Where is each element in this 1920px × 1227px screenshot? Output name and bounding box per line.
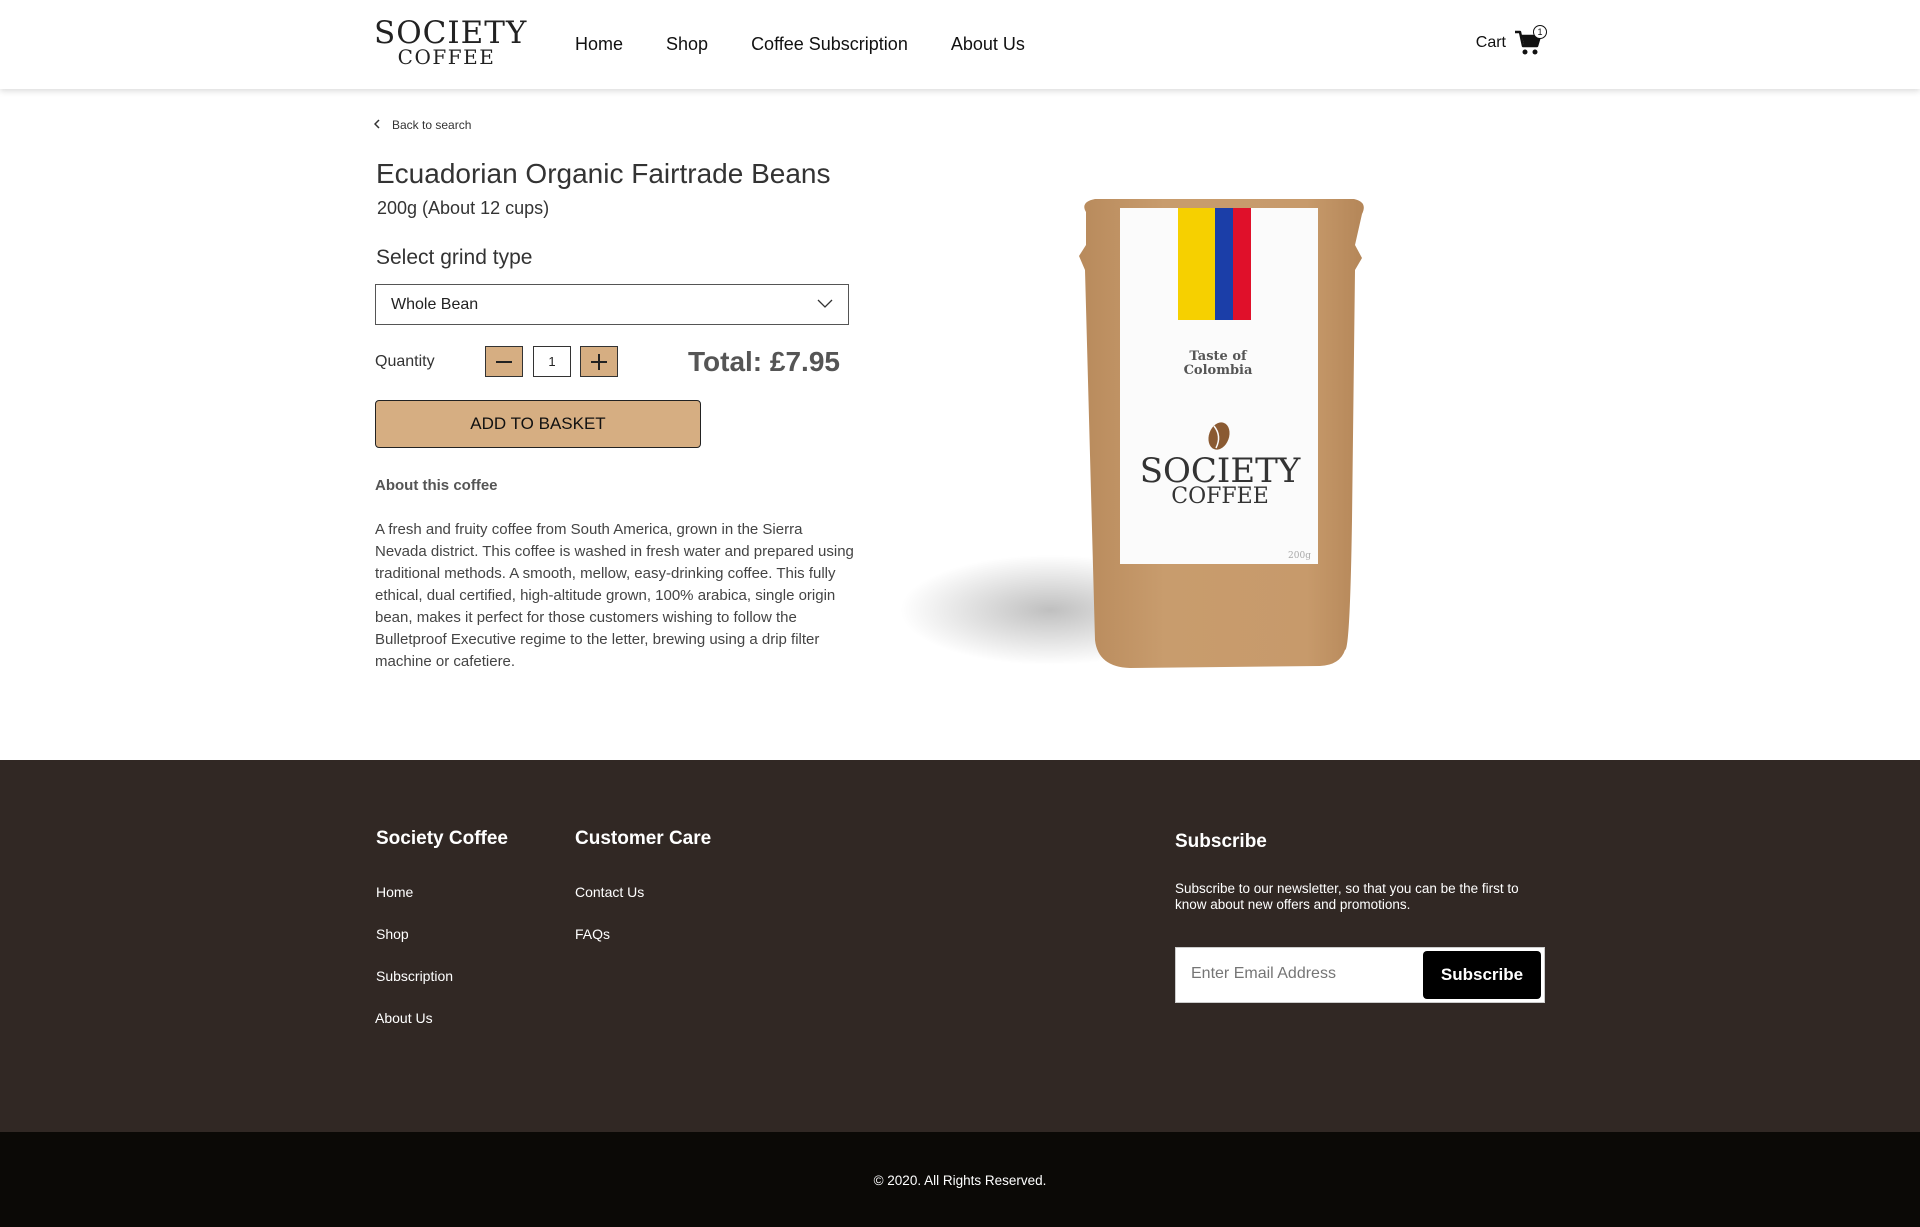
grind-type-label: Select grind type xyxy=(376,246,533,269)
footer-link-shop[interactable]: Shop xyxy=(376,926,409,942)
quantity-label: Quantity xyxy=(375,353,435,370)
bag-weight: 200g xyxy=(1288,551,1311,561)
grind-type-select[interactable]: Whole Bean xyxy=(375,284,849,325)
shopping-cart-icon: 1 xyxy=(1514,25,1547,56)
cart-count-badge: 1 xyxy=(1533,25,1547,39)
logo-line-1: SOCIETY xyxy=(374,15,528,51)
society-coffee-logo[interactable]: SOCIETY COFFEE xyxy=(374,15,528,68)
cart-label: Cart xyxy=(1475,34,1506,51)
footer-link-contact-us[interactable]: Contact Us xyxy=(575,884,644,900)
product-size: 200g (About 12 cups) xyxy=(377,198,550,218)
plus-icon xyxy=(591,353,607,370)
about-coffee-heading: About this coffee xyxy=(375,477,498,494)
cart-button[interactable]: Cart 1 xyxy=(1475,25,1547,56)
back-to-search-link[interactable]: Back to search xyxy=(373,118,472,132)
bag-label-line-1: Taste of xyxy=(1189,349,1248,364)
footer-subscribe-title: Subscribe xyxy=(1175,831,1267,852)
quantity-increase-button[interactable] xyxy=(580,346,618,377)
total-price: Total: £7.95 xyxy=(688,346,840,377)
back-to-search-label: Back to search xyxy=(392,118,472,132)
bag-label-line-2: Colombia xyxy=(1184,363,1253,378)
minus-icon xyxy=(496,360,512,363)
grind-type-value: Whole Bean xyxy=(391,296,479,313)
copyright-text: © 2020. All Rights Reserved. xyxy=(873,1173,1047,1188)
bag-brand-line-2: COFFEE xyxy=(1171,484,1269,509)
product-image: Taste of Colombia SOCIETY COFFEE 200g xyxy=(900,190,1380,680)
nav-about-us[interactable]: About Us xyxy=(951,34,1025,55)
subscribe-description: Subscribe to our newsletter, so that you… xyxy=(1175,881,1519,912)
chevron-left-icon xyxy=(373,118,380,132)
about-coffee-text: A fresh and fruity coffee from South Ame… xyxy=(375,521,854,670)
product-title: Ecuadorian Organic Fairtrade Beans xyxy=(376,158,831,189)
footer-link-home[interactable]: Home xyxy=(376,884,413,900)
subscribe-button[interactable]: Subscribe xyxy=(1423,951,1541,999)
footer-link-subscription[interactable]: Subscription xyxy=(376,968,453,984)
nav-shop[interactable]: Shop xyxy=(666,34,708,55)
footer-society-coffee-title: Society Coffee xyxy=(376,828,508,849)
copyright-bar: © 2020. All Rights Reserved. xyxy=(0,1132,1920,1227)
quantity-input[interactable] xyxy=(533,346,571,377)
main-nav: Home Shop Coffee Subscription About Us xyxy=(575,34,1068,55)
nav-home[interactable]: Home xyxy=(575,34,623,55)
footer-link-faqs[interactable]: FAQs xyxy=(575,926,610,942)
nav-coffee-subscription[interactable]: Coffee Subscription xyxy=(751,34,908,55)
site-header: SOCIETY COFFEE Home Shop Coffee Subscrip… xyxy=(0,0,1920,89)
chevron-down-icon xyxy=(816,295,834,318)
quantity-decrease-button[interactable] xyxy=(485,346,523,377)
add-to-basket-button[interactable]: ADD TO BASKET xyxy=(375,400,701,448)
footer-link-about-us[interactable]: About Us xyxy=(375,1010,433,1026)
subscribe-form: Subscribe xyxy=(1175,947,1545,1003)
colombia-flag xyxy=(1178,208,1251,320)
site-footer: Society Coffee Home Shop Subscription Ab… xyxy=(0,760,1920,1132)
footer-customer-care-title: Customer Care xyxy=(575,828,712,849)
email-field[interactable] xyxy=(1191,965,1411,983)
